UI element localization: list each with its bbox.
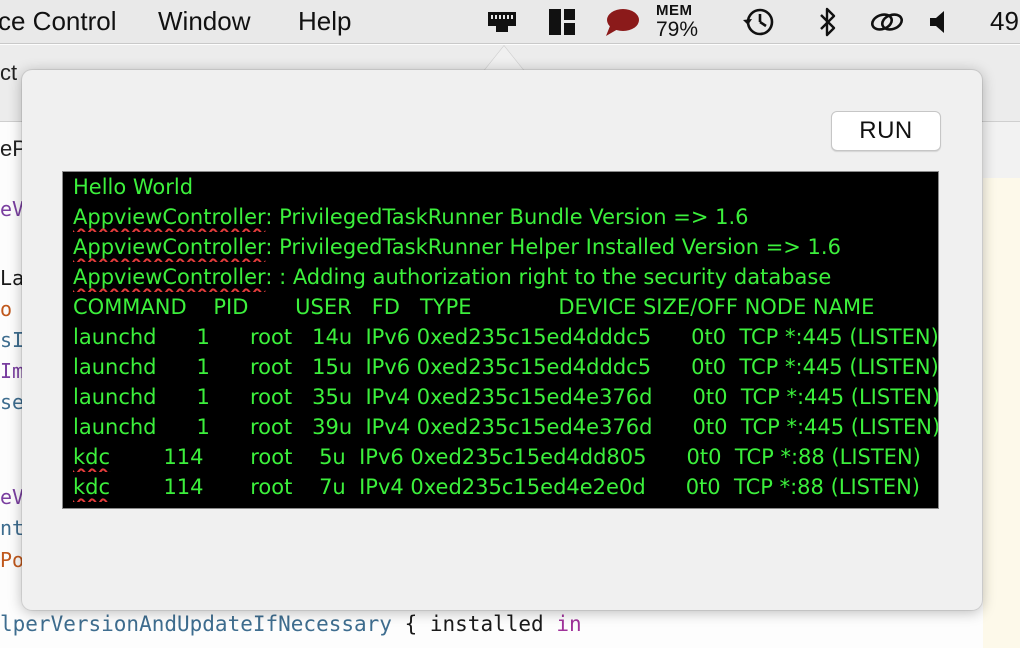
console-line: kdc 114 root 7u IPv4 0xed235c15ed4e2e0d … bbox=[73, 472, 938, 502]
console-line-text: : PrivilegedTaskRunner Helper Installed … bbox=[265, 235, 841, 259]
console-line: launchd 1 root 35u IPv4 0xed235c15ed4e37… bbox=[73, 382, 938, 412]
console-line: COMMAND PID USER FD TYPE DEVICE SIZE/OFF… bbox=[73, 292, 938, 322]
misspelled-word: AppviewController bbox=[73, 265, 266, 289]
code-bottom-line: lperVersionAndUpdateIfNecessary { instal… bbox=[0, 612, 582, 636]
console-line-text: launchd 1 root 39u IPv4 0xed235c15ed4e37… bbox=[73, 415, 938, 439]
console-line-text: COMMAND PID USER FD TYPE DEVICE SIZE/OFF… bbox=[73, 295, 875, 319]
memory-label: MEM bbox=[656, 2, 693, 19]
console-line-text: launchd 1 root 14u IPv6 0xed235c15ed4ddd… bbox=[73, 325, 938, 349]
grid-layout-icon[interactable] bbox=[546, 6, 578, 38]
editor-highlight-strip bbox=[983, 178, 1020, 648]
speech-bubble-icon[interactable] bbox=[604, 6, 640, 38]
console-line: launchd 1 root 14u IPv6 0xed235c15ed4ddd… bbox=[73, 322, 938, 352]
console-line: AppviewController: PrivilegedTaskRunner … bbox=[73, 232, 938, 262]
console-line: AppviewController: PrivilegedTaskRunner … bbox=[73, 202, 938, 232]
console-line: launchd 1 root 39u IPv4 0xed235c15ed4e37… bbox=[73, 412, 938, 442]
console-line: Hello World bbox=[73, 172, 938, 202]
misspelled-word: kdc bbox=[73, 445, 111, 469]
time-machine-icon[interactable] bbox=[740, 6, 778, 38]
console-line-text: launchd 1 root 35u IPv4 0xed235c15ed4e37… bbox=[73, 385, 938, 409]
editor-right-strip bbox=[983, 122, 1020, 179]
misspelled-word: AppviewController bbox=[73, 205, 266, 229]
memory-indicator[interactable]: MEM 79% bbox=[656, 3, 708, 40]
menu-item-help[interactable]: Help bbox=[298, 6, 351, 37]
console-line-text: : : Adding authorization right to the se… bbox=[265, 265, 832, 289]
code-keyword: in bbox=[556, 612, 582, 636]
link-icon[interactable] bbox=[868, 6, 908, 38]
code-plain-text: { installed bbox=[391, 612, 557, 636]
memory-value: 79% bbox=[656, 18, 699, 41]
console-output[interactable]: Hello World AppviewController: Privileged… bbox=[62, 171, 939, 509]
popover-arrow bbox=[484, 46, 524, 71]
menu-item-control[interactable]: ce Control bbox=[0, 6, 117, 37]
console-line-text: : PrivilegedTaskRunner Bundle Version =>… bbox=[265, 205, 749, 229]
ethernet-icon[interactable] bbox=[486, 6, 518, 38]
run-button[interactable]: RUN bbox=[831, 111, 941, 151]
menubar-clock[interactable]: 49 bbox=[990, 6, 1019, 37]
console-line: AppviewController: : Adding authorizatio… bbox=[73, 262, 938, 292]
console-line-text: Hello World bbox=[73, 175, 194, 199]
console-line: kdc 114 root 5u IPv6 0xed235c15ed4dd805 … bbox=[73, 442, 938, 472]
popover-panel: RUN Hello World AppviewController: Privil… bbox=[22, 70, 982, 610]
code-function-name: lperVersionAndUpdateIfNecessary bbox=[0, 612, 392, 636]
menu-bar: ce Control Window Help MEM 79% 49 bbox=[0, 0, 1020, 44]
bluetooth-icon[interactable] bbox=[816, 6, 840, 38]
menu-item-window[interactable]: Window bbox=[158, 6, 250, 37]
console-line-text: 114 root 7u IPv4 0xed235c15ed4e2e0d 0t0 … bbox=[110, 475, 920, 499]
console-line: launchd 1 root 15u IPv6 0xed235c15ed4ddd… bbox=[73, 352, 938, 382]
console-line-text: 114 root 5u IPv6 0xed235c15ed4dd805 0t0 … bbox=[110, 445, 921, 469]
editor-tab-fragment[interactable]: ct bbox=[0, 60, 17, 86]
misspelled-word: AppviewController bbox=[73, 235, 266, 259]
console-line-text: launchd 1 root 15u IPv6 0xed235c15ed4ddd… bbox=[73, 355, 938, 379]
speaker-icon[interactable] bbox=[928, 6, 950, 38]
misspelled-word: kdc bbox=[73, 475, 111, 499]
